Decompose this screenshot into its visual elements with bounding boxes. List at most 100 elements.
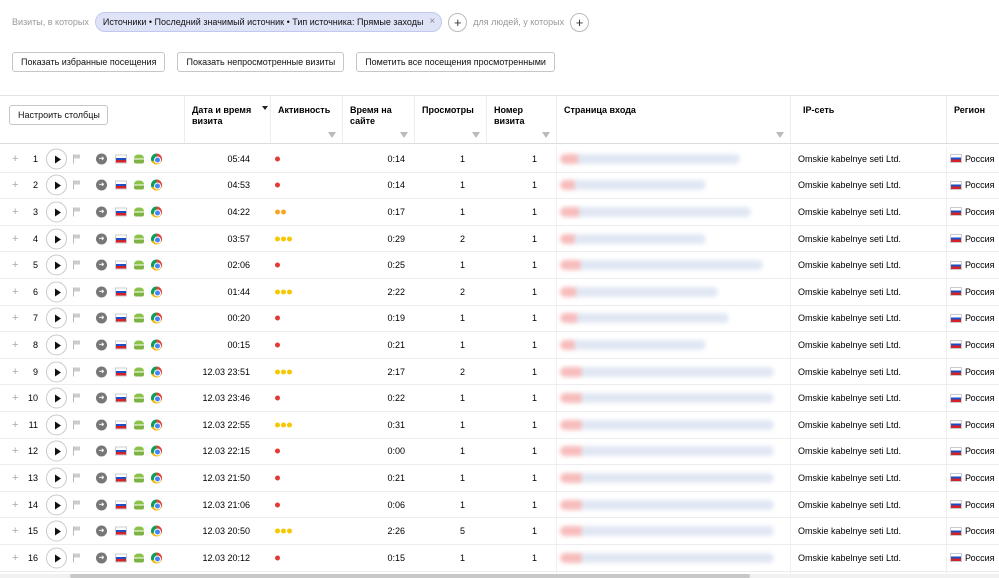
entry-page-redacted[interactable] [560,526,774,537]
sort-desc-icon[interactable] [262,106,268,110]
flag-icon[interactable] [73,393,81,403]
entry-page-redacted[interactable] [560,180,706,191]
table-row[interactable]: +12 ➜ 12.03 22:15 0:00 1 1 Omskie kabelnye set… [0,439,999,466]
table-row[interactable]: +11 ➜ 12.03 22:55 0:31 1 1 Omskie kabelnye set… [0,412,999,439]
expand-row-icon[interactable]: + [12,312,18,324]
entry-page-redacted[interactable] [560,260,763,271]
expand-row-icon[interactable]: + [12,499,18,511]
flag-icon[interactable] [73,420,81,430]
expand-row-icon[interactable]: + [12,366,18,378]
flag-icon[interactable] [73,180,81,190]
show-unviewed-button[interactable]: Показать непросмотренные визиты [177,52,345,72]
play-session-button[interactable] [46,228,67,250]
entry-page-redacted[interactable] [560,233,706,244]
flag-icon[interactable] [73,553,81,563]
entry-page-redacted[interactable] [560,472,774,483]
expand-row-icon[interactable]: + [12,552,18,564]
flag-icon[interactable] [73,446,81,456]
entry-page-redacted[interactable] [560,153,740,164]
expand-row-icon[interactable]: + [12,259,18,271]
filter-icon[interactable] [542,132,550,138]
add-visit-condition-button[interactable]: + [448,12,468,32]
configure-columns-button[interactable]: Настроить столбцы [9,105,108,125]
entry-page-redacted[interactable] [560,499,774,510]
flag-icon[interactable] [73,287,81,297]
expand-row-icon[interactable]: + [12,179,18,191]
table-row[interactable]: +14 ➜ 12.03 21:06 0:06 1 1 Omskie kabelnye set… [0,492,999,519]
play-session-button[interactable] [46,520,67,542]
entry-page-redacted[interactable] [560,286,718,297]
entry-page-redacted[interactable] [560,393,774,404]
entry-page-redacted[interactable] [560,313,729,324]
filter-icon[interactable] [472,132,480,138]
entry-page-redacted[interactable] [560,206,751,217]
expand-row-icon[interactable]: + [12,525,18,537]
play-session-button[interactable] [46,414,67,436]
expand-row-icon[interactable]: + [12,153,18,165]
flag-icon[interactable] [73,367,81,377]
table-row[interactable]: +13 ➜ 12.03 21:50 0:21 1 1 Omskie kabelnye set… [0,465,999,492]
table-row[interactable]: +16 ➜ 12.03 20:12 0:15 1 1 Omskie kabelnye set… [0,545,999,572]
play-session-button[interactable] [46,281,67,303]
table-row[interactable]: +1 ➜ 05:44 0:14 1 1 Omskie kabelnye seti Ltd. Р… [0,146,999,173]
column-header-region[interactable]: Регион [946,96,999,143]
flag-icon[interactable] [73,473,81,483]
expand-row-icon[interactable]: + [12,445,18,457]
play-session-button[interactable] [46,387,67,409]
play-session-button[interactable] [46,467,67,489]
table-row[interactable]: +15 ➜ 12.03 20:50 2:26 5 1 Omskie kabelnye set… [0,518,999,545]
play-session-button[interactable] [46,440,67,462]
flag-icon[interactable] [73,340,81,350]
expand-row-icon[interactable]: + [12,286,18,298]
expand-row-icon[interactable]: + [12,472,18,484]
close-icon[interactable]: × [429,17,435,27]
filter-icon[interactable] [400,132,408,138]
expand-row-icon[interactable]: + [12,206,18,218]
add-people-condition-button[interactable]: + [570,12,590,32]
flag-icon[interactable] [73,526,81,536]
play-session-button[interactable] [46,148,67,170]
flag-icon[interactable] [73,234,81,244]
table-row[interactable]: +2 ➜ 04:53 0:14 1 1 Omskie kabelnye seti Ltd. Р… [0,173,999,200]
expand-row-icon[interactable]: + [12,419,18,431]
play-session-button[interactable] [46,361,67,383]
entry-page-redacted[interactable] [560,419,774,430]
table-row[interactable]: +8 ➜ 00:15 0:21 1 1 Omskie kabelnye seti Ltd. Р… [0,332,999,359]
play-session-button[interactable] [46,174,67,196]
expand-row-icon[interactable]: + [12,392,18,404]
play-session-button[interactable] [46,494,67,516]
expand-row-icon[interactable]: + [12,339,18,351]
play-session-button[interactable] [46,334,67,356]
filter-icon[interactable] [776,132,784,138]
entry-page-redacted[interactable] [560,446,774,457]
entry-page-redacted[interactable] [560,339,706,350]
play-session-button[interactable] [46,201,67,223]
column-header-activity[interactable]: Активность [270,96,342,143]
column-header-views[interactable]: Просмотры [414,96,486,143]
table-row[interactable]: +6 ➜ 01:44 2:22 2 1 Omskie kabelnye seti Ltd. Р… [0,279,999,306]
column-header-ip-network[interactable]: IP-сеть [790,96,946,143]
entry-page-redacted[interactable] [560,552,774,563]
play-session-button[interactable] [46,547,67,569]
flag-icon[interactable] [73,313,81,323]
table-row[interactable]: +3 ➜ 04:22 0:17 1 1 Omskie kabelnye seti Ltd. Р… [0,199,999,226]
play-session-button[interactable] [46,254,67,276]
table-row[interactable]: +10 ➜ 12.03 23:46 0:22 1 1 Omskie kabelnye set… [0,385,999,412]
mark-all-viewed-button[interactable]: Пометить все посещения просмотренными [356,52,555,72]
flag-icon[interactable] [73,154,81,164]
show-favorites-button[interactable]: Показать избранные посещения [12,52,166,72]
table-row[interactable]: +5 ➜ 02:06 0:25 1 1 Omskie kabelnye seti Ltd. Р… [0,252,999,279]
flag-icon[interactable] [73,207,81,217]
entry-page-redacted[interactable] [560,366,774,377]
column-header-time-on-site[interactable]: Время на сайте [342,96,414,143]
column-header-visit-number[interactable]: Номер визита [486,96,556,143]
flag-icon[interactable] [73,260,81,270]
table-row[interactable]: +9 ➜ 12.03 23:51 2:17 2 1 Omskie kabelnye seti… [0,359,999,386]
expand-row-icon[interactable]: + [12,233,18,245]
source-filter-chip[interactable]: Источники • Последний значимый источник … [94,12,443,32]
horizontal-scrollbar[interactable] [0,574,999,578]
play-session-button[interactable] [46,307,67,329]
table-row[interactable]: +4 ➜ 03:57 0:29 2 1 Omskie kabelnye seti Ltd. Р… [0,226,999,253]
column-header-datetime[interactable]: Дата и время визита [184,96,270,143]
table-row[interactable]: +7 ➜ 00:20 0:19 1 1 Omskie kabelnye seti Ltd. Р… [0,306,999,333]
